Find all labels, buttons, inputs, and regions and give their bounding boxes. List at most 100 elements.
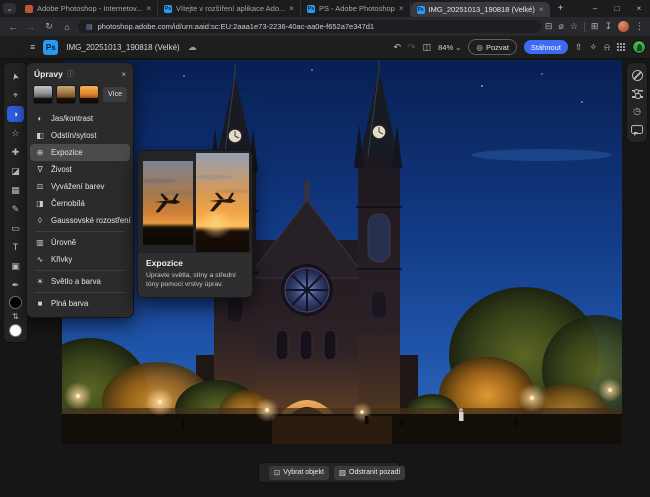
download-label: Stáhnout [531,43,561,52]
tab4-favicon-icon: Ps [417,6,425,14]
browser-profile-avatar[interactable] [618,21,629,32]
downloads-icon[interactable]: ↧ [604,21,612,32]
extensions-icon[interactable]: ⊞ [591,21,599,32]
clone-tool[interactable]: ▣ [7,258,24,274]
adjustment-item-light-color[interactable]: ☀ Světlo a barva [27,273,133,290]
home-icon[interactable]: ⌂ [60,22,74,32]
quick-actions-bar: ⊡ Vybrat objekt ▨ Odstranit pozadí [258,462,400,483]
vibrance-icon: ∇ [35,165,45,174]
adjustment-item-hue-saturation[interactable]: ◧ Odstín/sytost [27,127,133,144]
adjustment-item-gaussian-blur[interactable]: ◊ Gaussovské rozostření [27,212,133,229]
panel-close-icon[interactable]: × [121,70,126,79]
zoom-level-dropdown[interactable]: 84% ⌄ [438,43,461,52]
adjustment-item-solid-color[interactable]: ■ Plná barva [27,295,133,312]
lightbulb-icon[interactable]: ✧ [589,42,597,53]
adjustment-item-vibrance[interactable]: ∇ Živost [27,161,133,178]
bookmark-star-icon[interactable]: ☆ [570,21,578,32]
hamburger-menu-icon[interactable]: ≡ [30,42,35,52]
tab-close-icon[interactable]: × [399,4,404,13]
browser-tab-active[interactable]: Ps IMG_20251013_190818 (Velké) × [411,2,550,17]
window-maximize-button[interactable]: □ [606,4,628,13]
preset-thumbnail-vivid[interactable] [79,85,99,104]
select-object-button[interactable]: ⊡ Vybrat objekt [269,466,329,480]
adjustment-item-color-balance[interactable]: ⚖ Vyvážení barev [27,178,133,195]
tab-close-icon[interactable]: × [289,4,294,13]
adjustment-label: Úrovně [51,238,76,247]
layers-icon[interactable] [632,70,643,81]
more-presets-button[interactable]: Více [103,87,127,102]
download-button[interactable]: Stáhnout [524,40,568,54]
tab-search-button[interactable]: ⌄ [3,3,16,14]
new-tab-button[interactable]: + [558,3,564,14]
solid-color-icon: ■ [35,299,45,308]
adjustment-item-black-white[interactable]: ◨ Černobílá [27,195,133,212]
undo-icon[interactable]: ↶ [394,42,402,53]
brush-icon: ✎ [12,204,20,215]
adjustment-label: Světlo a barva [51,277,101,286]
browser-tab-3[interactable]: Ps PS - Adobe Photoshop × [301,1,411,16]
reading-mode-icon[interactable]: ⊟ [545,21,553,32]
site-info-icon[interactable]: ▤ [86,23,93,31]
eraser-tool[interactable]: ◪ [7,163,24,179]
retouch-tool[interactable]: ☆ [7,125,24,141]
info-icon[interactable]: ⓘ [67,69,74,79]
tab-title: Adobe Photoshop - Internetov... [37,4,142,13]
window-close-button[interactable]: × [628,4,650,13]
share-icon[interactable]: ⇧ [575,42,583,53]
marquee-icon: ▦ [11,185,20,196]
tab2-favicon-icon: Ps [164,5,172,13]
adjustment-item-levels[interactable]: ▥ Úrovně [27,234,133,251]
history-icon[interactable]: ◷ [633,106,641,117]
browser-tab-1[interactable]: Adobe Photoshop - Internetov... × [19,1,158,16]
eye-off-icon[interactable]: ⌀ [558,21,563,32]
browser-tab-2[interactable]: Ps Vítejte v rozšíření aplikace Ado... × [158,1,301,16]
url-field[interactable]: ▤ photoshop.adobe.com/id/urn:aaid:sc:EU:… [78,20,541,33]
marquee-tool[interactable]: ▦ [7,182,24,198]
apps-grid-icon[interactable] [617,43,625,51]
url-text: photoshop.adobe.com/id/urn:aaid:sc:EU:2a… [98,22,374,31]
panel-title: Úpravy [34,69,63,79]
bell-icon[interactable]: ⍾ [604,42,610,53]
ps-topbar-left: ≡ Ps IMG_20251013_190818 (Velké) ☁ [0,36,197,58]
comments-icon[interactable] [631,124,643,135]
refresh-icon[interactable]: ↻ [42,21,56,32]
pen-icon: ✒ [12,280,20,291]
shape-tool[interactable]: ▭ [7,220,24,236]
back-icon[interactable]: ← [6,22,20,32]
adjustment-item-exposure[interactable]: ⊕ Expozice [30,144,130,161]
pen-tool[interactable]: ✒ [7,277,24,293]
adjustment-item-curves[interactable]: ∿ Křivky [27,251,133,268]
move-tool[interactable]: ➤ [7,68,24,84]
hue-saturation-icon: ◧ [35,131,45,140]
forward-icon[interactable]: → [24,22,38,32]
divider [35,270,125,271]
invite-button[interactable]: ◎ Pozvat [468,39,516,55]
properties-sliders-icon[interactable] [632,88,643,99]
brush-tool[interactable]: ✎ [7,201,24,217]
tab-close-icon[interactable]: × [539,5,544,14]
cloud-synced-icon: ☁ [188,42,197,53]
tab3-favicon-icon: Ps [307,5,315,13]
compare-view-icon[interactable]: ◫ [423,42,432,53]
remove-background-button[interactable]: ▨ Odstranit pozadí [334,466,405,480]
kebab-menu-icon[interactable]: ⋮ [635,21,644,32]
background-color-swatch[interactable] [9,324,22,337]
quick-select-tool[interactable]: ⌖ [7,87,24,103]
quick-select-icon: ⌖ [13,90,18,101]
tab-close-icon[interactable]: × [146,4,151,13]
divider [35,231,125,232]
adjustments-panel: Úpravy ⓘ × Více ◐ Jas/kontrast ◧ Odstín/… [26,62,134,318]
foreground-color-swatch[interactable] [9,296,22,309]
preset-thumbnail-bw[interactable] [33,85,53,104]
redo-icon[interactable]: ↷ [408,42,416,53]
heal-tool[interactable]: ✚ [7,144,24,160]
type-tool[interactable]: T [7,239,24,255]
user-avatar[interactable] [632,40,646,54]
adjustments-tool[interactable]: ◑ [7,106,24,122]
tab1-favicon-icon [25,5,33,13]
swap-colors-icon[interactable]: ⇅ [12,312,19,321]
adjustment-item-brightness-contrast[interactable]: ◐ Jas/kontrast [27,110,133,127]
window-minimize-button[interactable]: – [584,4,606,13]
preset-thumbnail-sepia[interactable] [56,85,76,104]
panel-header: Úpravy ⓘ × [27,69,133,83]
